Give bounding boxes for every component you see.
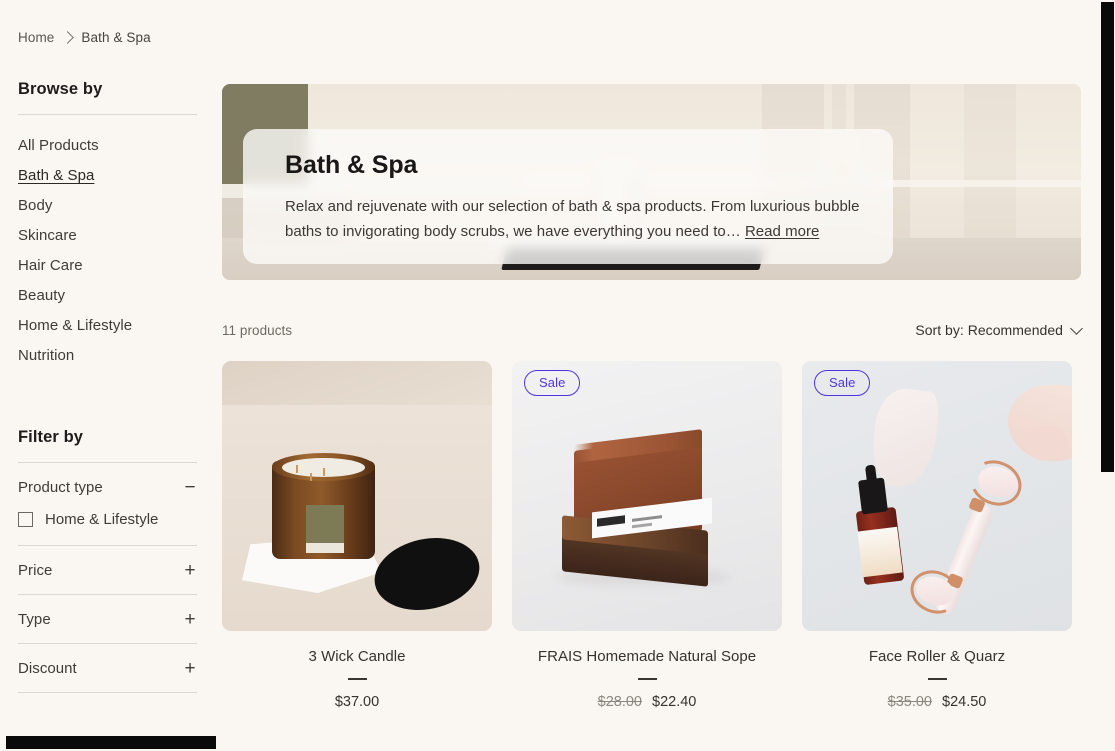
filter-toggle-product-type[interactable]: Product type − xyxy=(18,463,197,511)
category-hero-banner: Bath & Spa Relax and rejuvenate with our… xyxy=(222,84,1081,280)
filter-toggle-discount[interactable]: Discount + xyxy=(18,644,197,692)
product-image[interactable]: Sale xyxy=(802,361,1072,631)
filter-option-label: Home & Lifestyle xyxy=(45,511,159,528)
product-count: 11 products xyxy=(222,322,293,338)
breadcrumb-current: Bath & Spa xyxy=(81,30,151,45)
sidebar-item-hair-care[interactable]: Hair Care xyxy=(18,251,83,281)
product-image[interactable] xyxy=(222,361,492,631)
main-content: Bath & Spa Relax and rejuvenate with our… xyxy=(222,84,1083,710)
product-card[interactable]: Sale Face Roller & Quarz $35.00 $24.50 xyxy=(802,361,1072,710)
category-description: Relax and rejuvenate with our selection … xyxy=(285,194,863,244)
sidebar-item-skincare[interactable]: Skincare xyxy=(18,221,77,251)
filter-toggle-type[interactable]: Type + xyxy=(18,595,197,643)
breadcrumb: Home Bath & Spa xyxy=(18,30,151,45)
browse-list: All Products Bath & Spa Body Skincare Ha… xyxy=(18,131,197,371)
sort-by-dropdown[interactable]: Sort by: Recommended xyxy=(915,321,1083,338)
filter-group-type: Type + xyxy=(18,595,197,644)
product-price-row: $28.00 $22.40 xyxy=(512,694,782,710)
filter-group-price: Price + xyxy=(18,546,197,595)
sidebar-item-beauty[interactable]: Beauty xyxy=(18,281,65,311)
filter-label-price: Price xyxy=(18,561,53,579)
filter-option-home-and-lifestyle[interactable]: Home & Lifestyle xyxy=(18,511,197,528)
hero-text-card: Bath & Spa Relax and rejuvenate with our… xyxy=(243,129,893,264)
browse-by-heading: Browse by xyxy=(18,80,103,98)
filter-toggle-price[interactable]: Price + xyxy=(18,546,197,594)
product-card[interactable]: 3 Wick Candle $37.00 xyxy=(222,361,492,710)
sidebar: Browse by All Products Bath & Spa Body S… xyxy=(18,80,197,693)
plus-icon: + xyxy=(184,657,196,679)
chevron-down-icon xyxy=(1070,321,1083,335)
product-compare-at-price: $28.00 xyxy=(597,694,642,710)
sort-by-label: Sort by: Recommended xyxy=(915,322,1063,338)
results-toolbar: 11 products Sort by: Recommended xyxy=(222,320,1083,340)
status-badge: Sale xyxy=(814,370,871,396)
filter-label-type: Type xyxy=(18,610,51,628)
filter-panel: Filter by Product type − Home & Lifestyl… xyxy=(18,428,197,693)
sidebar-item-home-and-lifestyle[interactable]: Home & Lifestyle xyxy=(18,311,132,341)
vertical-scrollbar[interactable] xyxy=(1099,0,1115,751)
color-swatch[interactable] xyxy=(927,678,947,680)
read-more-link[interactable]: Read more xyxy=(745,223,819,240)
product-compare-at-price: $35.00 xyxy=(887,694,932,710)
browse-divider xyxy=(18,114,197,115)
product-card[interactable]: Sale FRAIS Homemade Natural Sope $28.00 … xyxy=(512,361,782,710)
chevron-right-icon xyxy=(61,30,75,44)
page-title: Bath & Spa xyxy=(285,151,418,179)
filter-label-discount: Discount xyxy=(18,659,77,677)
sidebar-item-nutrition[interactable]: Nutrition xyxy=(18,341,74,371)
status-badge: Sale xyxy=(524,370,581,396)
product-image[interactable]: Sale xyxy=(512,361,782,631)
plus-icon: + xyxy=(184,608,196,630)
sidebar-item-all-products[interactable]: All Products xyxy=(18,131,99,161)
product-name[interactable]: FRAIS Homemade Natural Sope xyxy=(512,648,782,665)
product-name[interactable]: Face Roller & Quarz xyxy=(802,648,1072,665)
product-price-row: $35.00 $24.50 xyxy=(802,694,1072,710)
product-price: $22.40 xyxy=(652,694,697,710)
sidebar-item-body[interactable]: Body xyxy=(18,191,52,221)
product-price: $37.00 xyxy=(334,694,380,710)
plus-icon: + xyxy=(184,559,196,581)
product-price-row: $37.00 xyxy=(222,694,492,710)
filter-group-product-type: Product type − Home & Lifestyle xyxy=(18,463,197,546)
product-grid: 3 Wick Candle $37.00 Sale FRAIS Homemade… xyxy=(222,361,1081,710)
filter-label-product-type: Product type xyxy=(18,478,103,496)
category-page: Home Bath & Spa Browse by All Products B… xyxy=(0,0,1099,751)
minus-icon: − xyxy=(184,476,196,498)
filter-by-heading: Filter by xyxy=(18,428,84,446)
color-swatch[interactable] xyxy=(637,678,657,680)
vertical-scrollbar-thumb[interactable] xyxy=(1101,2,1114,472)
filter-group-discount: Discount + xyxy=(18,644,197,693)
checkbox-icon[interactable] xyxy=(18,512,33,527)
color-swatch[interactable] xyxy=(347,678,367,680)
breadcrumb-link-home[interactable]: Home xyxy=(18,30,54,45)
sidebar-item-bath-and-spa[interactable]: Bath & Spa xyxy=(18,161,94,191)
product-name[interactable]: 3 Wick Candle xyxy=(222,648,492,665)
horizontal-scrollbar-thumb[interactable] xyxy=(6,736,216,749)
horizontal-scrollbar[interactable] xyxy=(0,735,1099,751)
filter-options-product-type: Home & Lifestyle xyxy=(18,511,197,545)
product-price: $24.50 xyxy=(942,694,987,710)
